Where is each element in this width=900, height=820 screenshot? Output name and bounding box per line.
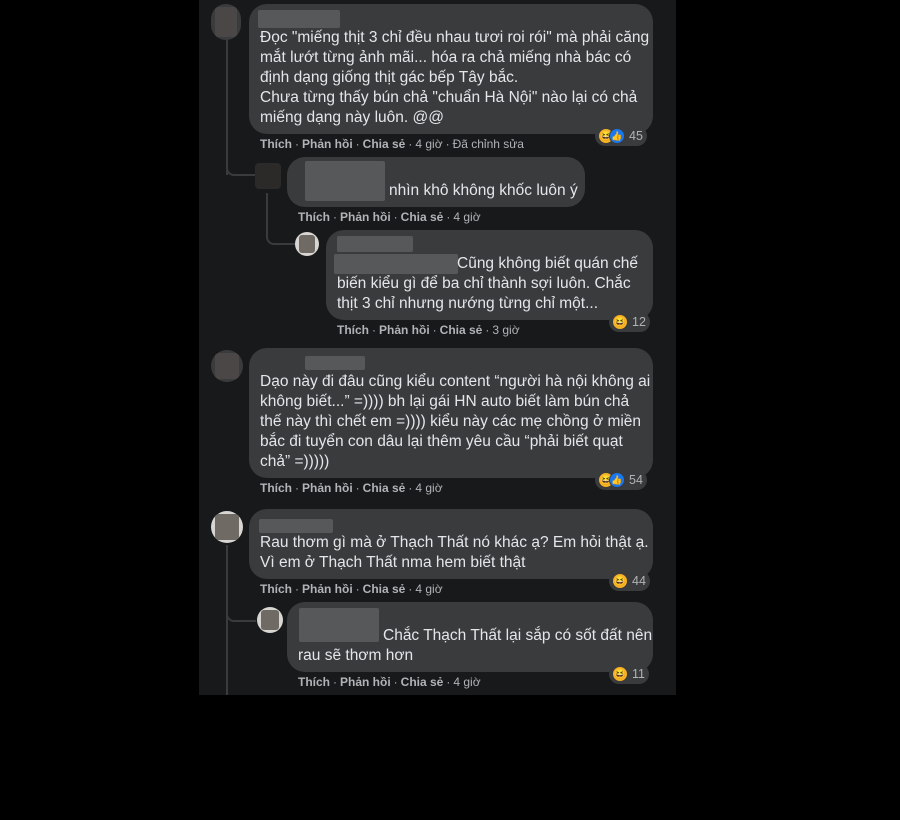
reaction-summary[interactable]: 😆 👍 54 bbox=[595, 470, 647, 490]
commenter-name-redacted[interactable] bbox=[299, 608, 379, 642]
like-reaction-icon: 👍 bbox=[609, 128, 625, 144]
avatar[interactable] bbox=[211, 4, 241, 40]
like-link[interactable]: Thích bbox=[298, 210, 330, 224]
comment-text: rau sẽ thơm hơn bbox=[298, 647, 414, 664]
reaction-summary[interactable]: 😆 44 bbox=[609, 571, 650, 591]
like-link[interactable]: Thích bbox=[260, 137, 292, 151]
reply-link[interactable]: Phản hồi bbox=[302, 481, 353, 495]
comment-bubble: Rau thơm gì mà ở Thạch Thất nó khác ạ? E… bbox=[249, 509, 653, 579]
comments-panel: Đọc "miếng thịt 3 chỉ đều nhau tươi roi … bbox=[199, 0, 676, 695]
comment-text: Đọc "miếng thịt 3 chỉ đều nhau tươi roi … bbox=[260, 29, 650, 126]
share-link[interactable]: Chia sẻ bbox=[363, 582, 406, 596]
share-link[interactable]: Chia sẻ bbox=[401, 210, 444, 224]
reaction-summary[interactable]: 😆 👍 45 bbox=[595, 126, 647, 146]
thread-branch bbox=[226, 598, 256, 622]
reply-bubble: Chắc Thạch Thất lại sắp có sốt đất nên r… bbox=[287, 602, 653, 672]
share-link[interactable]: Chia sẻ bbox=[440, 323, 483, 337]
share-link[interactable]: Chia sẻ bbox=[401, 675, 444, 689]
like-link[interactable]: Thích bbox=[260, 481, 292, 495]
timestamp[interactable]: 4 giờ bbox=[453, 675, 480, 689]
comment-actions: Thích · Phản hồi · Chia sẻ · 4 giờ bbox=[260, 481, 443, 495]
commenter-name-redacted[interactable] bbox=[337, 236, 413, 252]
commenter-name-redacted[interactable] bbox=[259, 519, 333, 533]
avatar[interactable] bbox=[295, 232, 319, 256]
comment-bubble: Dạo này đi đâu cũng kiểu content “người … bbox=[249, 348, 653, 478]
reaction-count: 45 bbox=[629, 129, 643, 143]
thread-line bbox=[226, 545, 228, 695]
thread-branch bbox=[226, 150, 256, 176]
reaction-count: 54 bbox=[629, 473, 643, 487]
comment-actions: Thích · Phản hồi · Chia sẻ · 4 giờ · Đã chỉnh sử… bbox=[260, 137, 524, 151]
comment-text: Cũng không biết quán chế bbox=[457, 255, 638, 272]
commenter-name-redacted[interactable] bbox=[258, 10, 340, 28]
comment-actions: Thích · Phản hồi · Chia sẻ · 4 giờ bbox=[298, 675, 481, 689]
commenter-name-redacted[interactable] bbox=[305, 161, 385, 201]
reply-link[interactable]: Phản hồi bbox=[340, 210, 391, 224]
comment-bubble: Đọc "miếng thịt 3 chỉ đều nhau tươi roi … bbox=[249, 4, 653, 134]
timestamp[interactable]: 3 giờ bbox=[492, 323, 519, 337]
timestamp[interactable]: 4 giờ bbox=[415, 137, 442, 151]
reaction-summary[interactable]: 😆 12 bbox=[609, 312, 650, 332]
comment-text: Rau thơm gì mà ở Thạch Thất nó khác ạ? E… bbox=[260, 534, 649, 571]
like-reaction-icon: 👍 bbox=[609, 472, 625, 488]
timestamp[interactable]: 4 giờ bbox=[415, 582, 442, 596]
like-link[interactable]: Thích bbox=[337, 323, 369, 337]
reaction-count: 44 bbox=[632, 574, 646, 588]
comment-actions: Thích · Phản hồi · Chia sẻ · 4 giờ bbox=[260, 582, 443, 596]
comment-text: nhìn khô không khốc luôn ý bbox=[389, 182, 578, 199]
comment-text: Dạo này đi đâu cũng kiểu content “người … bbox=[260, 373, 651, 470]
avatar[interactable] bbox=[255, 163, 281, 189]
haha-reaction-icon: 😆 bbox=[612, 573, 628, 589]
comment-actions: Thích · Phản hồi · Chia sẻ · 3 giờ bbox=[337, 323, 520, 337]
reaction-count: 11 bbox=[632, 667, 645, 681]
reply-link[interactable]: Phản hồi bbox=[302, 582, 353, 596]
reply-link[interactable]: Phản hồi bbox=[379, 323, 430, 337]
haha-reaction-icon: 😆 bbox=[612, 314, 628, 330]
edited-label[interactable]: Đã chỉnh sửa bbox=[453, 137, 524, 151]
haha-reaction-icon: 😆 bbox=[612, 666, 628, 682]
commenter-name-redacted[interactable] bbox=[305, 356, 365, 370]
reply-link[interactable]: Phản hồi bbox=[340, 675, 391, 689]
reaction-count: 12 bbox=[632, 315, 646, 329]
comment-text: biến kiểu gì để ba chỉ thành sợi luôn. C… bbox=[337, 275, 631, 312]
like-link[interactable]: Thích bbox=[298, 675, 330, 689]
timestamp[interactable]: 4 giờ bbox=[415, 481, 442, 495]
reply-bubble: Cũng không biết quán chế biến kiểu gì để… bbox=[326, 230, 653, 320]
avatar[interactable] bbox=[211, 350, 243, 382]
reaction-summary[interactable]: 😆 11 bbox=[609, 664, 649, 684]
avatar[interactable] bbox=[257, 607, 283, 633]
thread-branch bbox=[266, 218, 296, 245]
commenter-name-redacted[interactable] bbox=[334, 254, 458, 274]
comment-text: Chắc Thạch Thất lại sắp có sốt đất nên bbox=[383, 627, 653, 644]
share-link[interactable]: Chia sẻ bbox=[363, 481, 406, 495]
like-link[interactable]: Thích bbox=[260, 582, 292, 596]
avatar[interactable] bbox=[211, 511, 243, 543]
comment-actions: Thích · Phản hồi · Chia sẻ · 4 giờ bbox=[298, 210, 481, 224]
share-link[interactable]: Chia sẻ bbox=[363, 137, 406, 151]
reply-link[interactable]: Phản hồi bbox=[302, 137, 353, 151]
timestamp[interactable]: 4 giờ bbox=[453, 210, 480, 224]
reply-bubble: nhìn khô không khốc luôn ý bbox=[287, 157, 585, 207]
